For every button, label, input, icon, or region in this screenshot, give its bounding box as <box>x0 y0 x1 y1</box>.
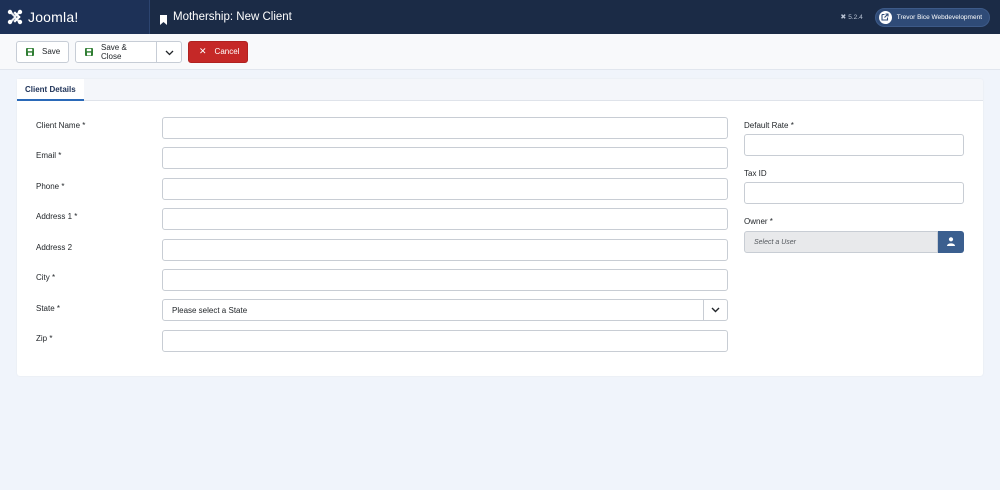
state-select[interactable]: Please select a State <box>162 299 728 321</box>
phone-label: Phone * <box>36 182 65 191</box>
site-name: Trevor Bice Webdevelopment <box>896 13 982 21</box>
address1-input[interactable] <box>162 208 728 230</box>
select-user-button[interactable] <box>938 231 964 253</box>
version-badge: ✖ 5.2.4 <box>840 13 863 22</box>
cancel-label: Cancel <box>214 47 240 56</box>
save-label: Save <box>42 47 61 56</box>
address2-label: Address 2 <box>36 243 73 252</box>
client-name-label: Client Name * <box>36 121 86 130</box>
save-close-label: Save & Close <box>101 42 127 61</box>
external-link-icon <box>878 10 892 24</box>
page-title: Mothership: New Client <box>173 11 292 23</box>
joomla-logo-icon <box>6 8 24 26</box>
phone-input[interactable] <box>162 178 728 200</box>
user-icon <box>947 233 955 251</box>
client-name-input[interactable] <box>162 117 728 139</box>
save-icon <box>85 47 93 56</box>
owner-select-field[interactable]: Select a User <box>744 231 938 253</box>
chevron-down-icon <box>703 300 727 320</box>
tax-id-input[interactable] <box>744 182 964 204</box>
owner-label: Owner * <box>744 217 773 226</box>
save-close-button[interactable]: Save & Close <box>75 40 157 63</box>
default-rate-label: Default Rate * <box>744 121 794 130</box>
view-site-button[interactable]: Trevor Bice Webdevelopment <box>874 7 990 27</box>
city-input[interactable] <box>162 269 728 291</box>
joomla-logo[interactable]: Joomla! <box>0 0 150 34</box>
zip-input[interactable] <box>162 330 728 352</box>
default-rate-input[interactable] <box>744 134 964 156</box>
save-close-group: Save & Close <box>75 40 182 63</box>
address1-label: Address 1 * <box>36 212 78 221</box>
city-label: City * <box>36 273 56 282</box>
owner-user-picker: Select a User <box>744 231 964 253</box>
tab-client-details[interactable]: Client Details <box>17 79 84 101</box>
bookmark-icon <box>159 12 168 25</box>
close-icon: ✕ <box>199 46 207 56</box>
joomla-small-icon: ✖ <box>840 14 847 21</box>
save-icon <box>26 47 34 56</box>
chevron-down-icon <box>165 43 174 61</box>
tax-id-label: Tax ID <box>744 169 767 178</box>
cancel-button[interactable]: ✕ Cancel <box>188 40 248 63</box>
tab-bar: Client Details <box>17 79 983 101</box>
state-label: State * <box>36 304 61 313</box>
toolbar: Save Save & Close ✕ Cancel <box>0 34 1000 70</box>
email-label: Email * <box>36 151 62 160</box>
logo-text: Joomla! <box>28 9 79 25</box>
state-select-value: Please select a State <box>172 305 248 315</box>
client-form-card: Client Details Client Name * Email * Pho… <box>17 79 983 376</box>
top-header: Joomla! Mothership: New Client ✖ 5.2.4 T… <box>0 0 1000 34</box>
zip-label: Zip * <box>36 334 53 343</box>
save-options-dropdown[interactable] <box>156 40 182 63</box>
address2-input[interactable] <box>162 239 728 261</box>
email-input[interactable] <box>162 147 728 169</box>
version-text: 5.2.4 <box>848 13 863 21</box>
save-button[interactable]: Save <box>16 40 69 63</box>
